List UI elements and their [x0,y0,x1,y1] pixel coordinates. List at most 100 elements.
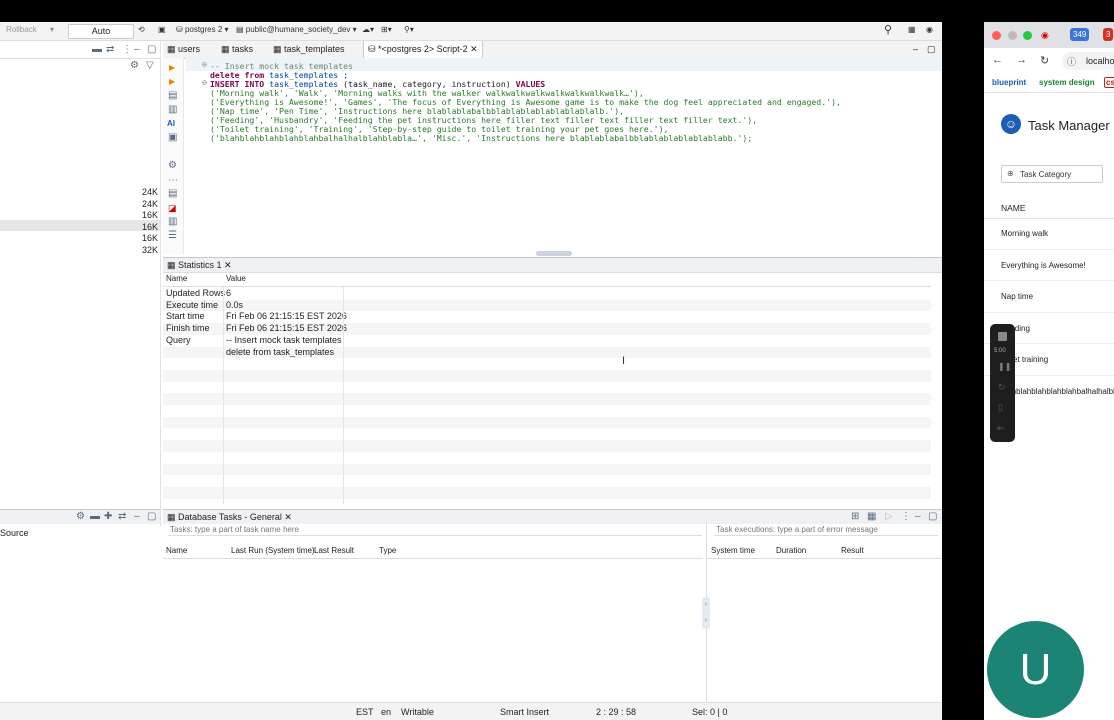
filter-settings-icon[interactable]: ▽ [146,61,154,71]
collapse-icon[interactable]: ⇤ [997,423,1005,434]
maximize-window-button[interactable] [1023,31,1032,40]
perspective-icon[interactable]: ▦ [908,25,916,34]
document-icon[interactable]: ▤ [168,189,177,199]
link-icon[interactable]: ⇄ [106,45,114,55]
tab-script-2[interactable]: ⛁ *<postgres 2> Script-2 ✕ [363,41,483,58]
ide-window: Rollback ▾ Auto ⟲ ▣ ⛁ postgres 2 ▾ ▤ pub… [0,22,942,720]
close-icon[interactable]: ✕ [470,44,478,54]
maximize-icon[interactable]: ▢ [147,45,156,55]
execute-statement-icon[interactable]: ▶ [169,77,175,86]
tab-label: task_templates [284,44,345,54]
executions-filter-input[interactable] [714,524,938,536]
reload-icon[interactable]: ↻ [1040,54,1049,67]
filter-icon[interactable]: ⚙ [130,61,139,71]
write-mode-status: Writable [401,707,434,717]
lock-icon[interactable]: ▣ [158,25,166,34]
tab-statistics[interactable]: ▦ Statistics 1 ✕ [167,260,232,271]
bookmark-system-design[interactable]: system design [1039,78,1095,87]
menu-icon[interactable]: ⋮ [122,45,132,55]
avatar[interactable]: U [987,621,1084,718]
db-tasks-tabbar: ▦ Database Tasks - General ✕ ⊞ ▦ ▷ ⋮ – ▢ [163,509,942,524]
settings-icon[interactable]: ⚙ [168,161,177,171]
trash-icon[interactable]: ▯ [998,402,1003,413]
task-name[interactable]: Morning walk [1001,229,1048,238]
calendar-icon[interactable]: ▦ [867,512,876,522]
error-icon[interactable]: ◪ [168,203,177,214]
bookmark-cs[interactable]: cs [1104,77,1114,88]
empty-row [163,382,931,394]
format-icon[interactable]: ▣ [168,133,177,143]
close-window-button[interactable] [992,31,1001,40]
minimize-window-button[interactable] [1008,31,1017,40]
notification-badge[interactable]: 3 [1103,28,1114,41]
settings-icon[interactable]: ⚙ [76,512,85,522]
close-icon[interactable]: ✕ [224,260,232,270]
pause-icon[interactable]: ❚❚ [998,362,1011,371]
table-size: 16K [141,233,158,243]
record-icon[interactable]: ◉ [1041,30,1049,41]
editor-tabbar: ▦ users ▦ tasks ▦ task_templates ⛁ *<pos… [163,41,942,59]
minimize-icon[interactable]: – [913,44,918,54]
task-name[interactable]: Nap time [1001,292,1033,301]
tab-count-badge[interactable]: 349 [1070,28,1090,41]
sql-editor[interactable]: ⊖ -- Insert mock task templates delete f… [186,58,942,254]
language-status[interactable]: en [381,707,391,717]
address-bar: ← → ↻ ⓘ localhost [984,48,1114,75]
collapse-icon[interactable]: ▬ [92,45,102,55]
panel-splitter-handle[interactable]: › › [702,597,710,629]
tab-users[interactable]: ▦ users [167,44,200,55]
close-icon[interactable]: ✕ [284,512,292,522]
minimize-icon[interactable]: – [134,45,140,55]
table-row: Query -- Insert mock task templates [166,334,342,345]
tree-icon[interactable]: ⊞ [851,512,859,522]
rollback-button[interactable]: Rollback [6,25,37,34]
run-icon[interactable]: ▷ [885,512,893,522]
minimize-icon[interactable]: – [134,512,140,522]
cloud-icon[interactable]: ☁▾ [362,25,374,34]
tab-task-templates[interactable]: ▦ task_templates [273,44,345,55]
back-icon[interactable]: ← [992,54,1003,66]
export-icon[interactable]: ▥ [168,217,177,227]
maximize-icon[interactable]: ▢ [147,512,156,522]
fold-icon[interactable]: ⊖ [202,60,207,69]
minimize-icon[interactable]: – [915,512,921,522]
timezone-status[interactable]: EST [356,707,374,717]
tasks-filter-input[interactable] [168,524,702,536]
url-field[interactable]: ⓘ localhost [1062,52,1114,70]
outline-icon[interactable]: ☰ [168,231,177,241]
maximize-icon[interactable]: ▢ [928,512,937,522]
connection-selector[interactable]: ⛁ postgres 2 ▾ [176,25,229,34]
schema-selector[interactable]: ▤ public@humane_society_dev ▾ [236,25,357,34]
script-icon[interactable]: ▤ [168,91,177,101]
name-column-header: NAME [1001,203,1026,213]
tree-icon[interactable]: ⊞▾ [381,25,392,34]
search-icon[interactable]: ⚲ [884,23,892,36]
execute-icon[interactable]: ▶ [169,63,175,72]
add-icon[interactable]: ✚ [104,512,112,522]
tab-database-tasks[interactable]: ▦ Database Tasks - General ✕ [167,512,292,523]
menu-icon[interactable]: ⋮ [901,512,911,522]
history-icon[interactable]: ⟲ [138,25,145,34]
splitter-handle[interactable] [536,251,572,256]
task-category-button[interactable]: ⊕ Task Category [1001,165,1103,183]
stop-icon[interactable] [998,332,1007,341]
explain-icon[interactable]: ▥ [168,105,177,115]
ai-icon[interactable]: AI [167,119,175,128]
restart-icon[interactable]: ↻ [998,382,1006,393]
task-name[interactable]: blahblahblahblahblahbalhalhalblahblabla… [1001,387,1114,396]
collapse-icon[interactable]: ▬ [90,512,100,522]
link-icon[interactable]: ⇄ [118,512,126,522]
tab-tasks[interactable]: ▦ tasks [221,44,253,55]
code-line: ('blahblahblahblahblahbalhalhalblahblabl… [210,133,753,143]
transaction-mode-select[interactable]: Auto [68,24,134,39]
app-icon[interactable]: ◉ [926,25,933,34]
chevron-down-icon[interactable]: ▾ [50,25,54,34]
fold-icon[interactable]: ⊖ [202,78,207,87]
task-name[interactable]: Everything is Awesome! [1001,261,1086,270]
search-icon[interactable]: ⚲▾ [404,25,414,34]
forward-icon[interactable]: → [1016,54,1027,66]
more-icon[interactable]: ⋯ [168,176,178,186]
maximize-icon[interactable]: ▢ [927,44,936,55]
schema-label: public@humane_society_dev [245,25,351,34]
bookmark-blueprint[interactable]: blueprint [992,78,1026,87]
